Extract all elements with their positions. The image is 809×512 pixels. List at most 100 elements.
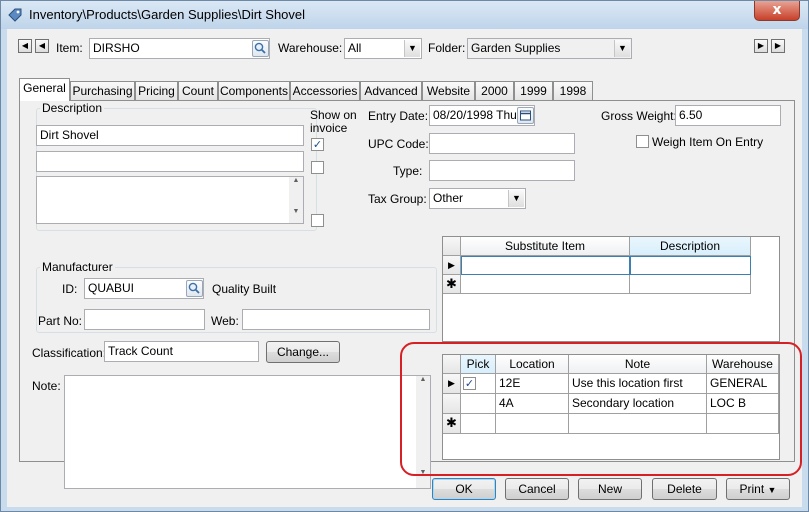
- current-row-indicator-icon[interactable]: ▶: [443, 256, 461, 275]
- inventory-window: Inventory\Products\Garden Supplies\Dirt …: [0, 0, 809, 512]
- delete-button[interactable]: Delete: [652, 478, 717, 500]
- title-bar[interactable]: Inventory\Products\Garden Supplies\Dirt …: [1, 1, 808, 29]
- col-note[interactable]: Note: [569, 355, 707, 374]
- first-record-icon[interactable]: ◀​: [18, 39, 32, 53]
- show-on-invoice-checkbox-1[interactable]: ✓: [311, 138, 324, 151]
- type-label: Type:: [393, 164, 423, 178]
- tab-count[interactable]: Count: [178, 81, 218, 100]
- upc-code-field[interactable]: [429, 133, 575, 154]
- item-field[interactable]: DIRSHO: [89, 38, 270, 59]
- cancel-button[interactable]: Cancel: [505, 478, 569, 500]
- col-location[interactable]: Location: [496, 355, 569, 374]
- magnifier-icon: [188, 282, 200, 294]
- app-tag-icon: [8, 8, 22, 22]
- location-cell[interactable]: 12E: [496, 374, 569, 394]
- close-window-button[interactable]: x: [754, 1, 800, 21]
- location-new-cell[interactable]: [496, 414, 569, 434]
- description-group-title: Description: [40, 101, 105, 115]
- tab-pricing[interactable]: Pricing: [135, 81, 178, 100]
- note-cell[interactable]: Secondary location: [569, 394, 707, 414]
- pick-new-cell[interactable]: [461, 414, 496, 434]
- substitute-items-grid: Substitute Item Description ▶ ✱: [442, 236, 780, 342]
- description-extended-field[interactable]: ▲ ▼: [36, 176, 304, 224]
- warehouse-select[interactable]: All ▼: [344, 38, 422, 59]
- note-new-cell[interactable]: [569, 414, 707, 434]
- substitute-item-cell[interactable]: [461, 256, 630, 275]
- gross-weight-label: Gross Weight:: [601, 109, 677, 123]
- manufacturer-lookup-button[interactable]: [186, 280, 203, 297]
- close-icon: x: [772, 2, 782, 18]
- scroll-up-icon: ▲: [292, 177, 300, 184]
- next-record-icon[interactable]: ▶: [754, 39, 768, 53]
- chevron-down-icon: ▼: [508, 190, 524, 207]
- part-no-field[interactable]: [84, 309, 205, 330]
- tab-purchasing[interactable]: Purchasing: [70, 81, 135, 100]
- tab-general[interactable]: General: [19, 78, 70, 101]
- scroll-down-icon: ▼: [292, 208, 300, 215]
- previous-record-icon[interactable]: ◀: [35, 39, 49, 53]
- warehouse-cell[interactable]: LOC B: [707, 394, 779, 414]
- gross-weight-field[interactable]: 6.50: [675, 105, 781, 126]
- note-label: Note:: [32, 379, 61, 393]
- tax-group-select[interactable]: Other ▼: [429, 188, 526, 209]
- classification-label: Classification:: [32, 346, 107, 360]
- description-line2-field[interactable]: [36, 151, 304, 172]
- col-pick[interactable]: Pick: [461, 355, 496, 374]
- substitute-item-new-cell[interactable]: [461, 275, 630, 294]
- ok-button[interactable]: OK: [432, 478, 496, 500]
- col-description[interactable]: Description: [630, 237, 751, 256]
- tab-1998[interactable]: 1998: [553, 81, 593, 100]
- tab-components[interactable]: Components: [218, 81, 290, 100]
- tab-website[interactable]: Website: [422, 81, 475, 100]
- pick-cell[interactable]: [461, 394, 496, 414]
- row-selector[interactable]: [443, 394, 461, 414]
- scroll-up-icon: ▲: [419, 376, 427, 383]
- new-button[interactable]: New: [578, 478, 642, 500]
- new-row-icon[interactable]: ✱: [443, 275, 461, 294]
- col-substitute-item[interactable]: Substitute Item: [461, 237, 630, 256]
- window-title: Inventory\Products\Garden Supplies\Dirt …: [29, 7, 306, 22]
- description-field[interactable]: Dirt Shovel: [36, 125, 304, 146]
- calendar-button[interactable]: [517, 107, 534, 124]
- pick-cell[interactable]: ✓: [461, 374, 496, 394]
- manufacturer-id-label: ID:: [62, 282, 78, 296]
- location-cell[interactable]: 4A: [496, 394, 569, 414]
- change-classification-button[interactable]: Change...: [266, 341, 340, 363]
- tab-2000[interactable]: 2000: [475, 81, 514, 100]
- chevron-down-icon: ▼: [404, 40, 420, 57]
- col-warehouse[interactable]: Warehouse: [707, 355, 779, 374]
- classification-field[interactable]: Track Count: [104, 341, 259, 362]
- note-scrollbar[interactable]: ▲ ▼: [416, 376, 430, 488]
- pick-checkbox-row-1[interactable]: ✓: [463, 377, 476, 390]
- description-scrollbar[interactable]: ▲ ▼: [289, 177, 303, 223]
- show-on-invoice-checkbox-2[interactable]: [311, 161, 324, 174]
- tab-accessories[interactable]: Accessories: [290, 81, 360, 100]
- note-cell[interactable]: Use this location first: [569, 374, 707, 394]
- print-button-label: Print: [739, 482, 765, 496]
- web-field[interactable]: [242, 309, 430, 330]
- chevron-down-icon: ▼: [767, 485, 777, 495]
- warehouse-cell[interactable]: GENERAL: [707, 374, 779, 394]
- scroll-down-icon: ▼: [419, 469, 427, 476]
- upc-code-label: UPC Code:: [368, 137, 429, 151]
- warehouse-new-cell[interactable]: [707, 414, 779, 434]
- general-tab-panel: Description Dirt Shovel ▲ ▼ Show on invoi…: [19, 100, 795, 489]
- locations-grid: Pick Location Note Warehouse ▶ ✓ 12E Use…: [442, 354, 780, 460]
- current-row-indicator-icon[interactable]: ▶: [443, 374, 461, 394]
- calendar-icon: [520, 110, 531, 121]
- last-record-icon[interactable]: ▶: [771, 39, 785, 53]
- tab-advanced[interactable]: Advanced: [360, 81, 422, 100]
- show-on-invoice-checkbox-3[interactable]: [311, 214, 324, 227]
- new-row-icon[interactable]: ✱: [443, 414, 461, 434]
- weigh-on-entry-checkbox[interactable]: [636, 135, 649, 148]
- substitute-description-new-cell[interactable]: [630, 275, 751, 294]
- substitute-description-cell[interactable]: [630, 256, 751, 275]
- note-field[interactable]: ▲ ▼: [64, 375, 431, 489]
- item-lookup-button[interactable]: [252, 40, 269, 57]
- chevron-down-icon: ▼: [614, 40, 630, 57]
- window-client-area: ◀​ ◀ Item: DIRSHO Warehouse: All ▼ Folde…: [7, 29, 802, 507]
- tab-1999[interactable]: 1999: [514, 81, 553, 100]
- folder-select[interactable]: Garden Supplies ▼: [467, 38, 632, 59]
- print-button[interactable]: Print ▼: [726, 478, 790, 500]
- type-field[interactable]: [429, 160, 575, 181]
